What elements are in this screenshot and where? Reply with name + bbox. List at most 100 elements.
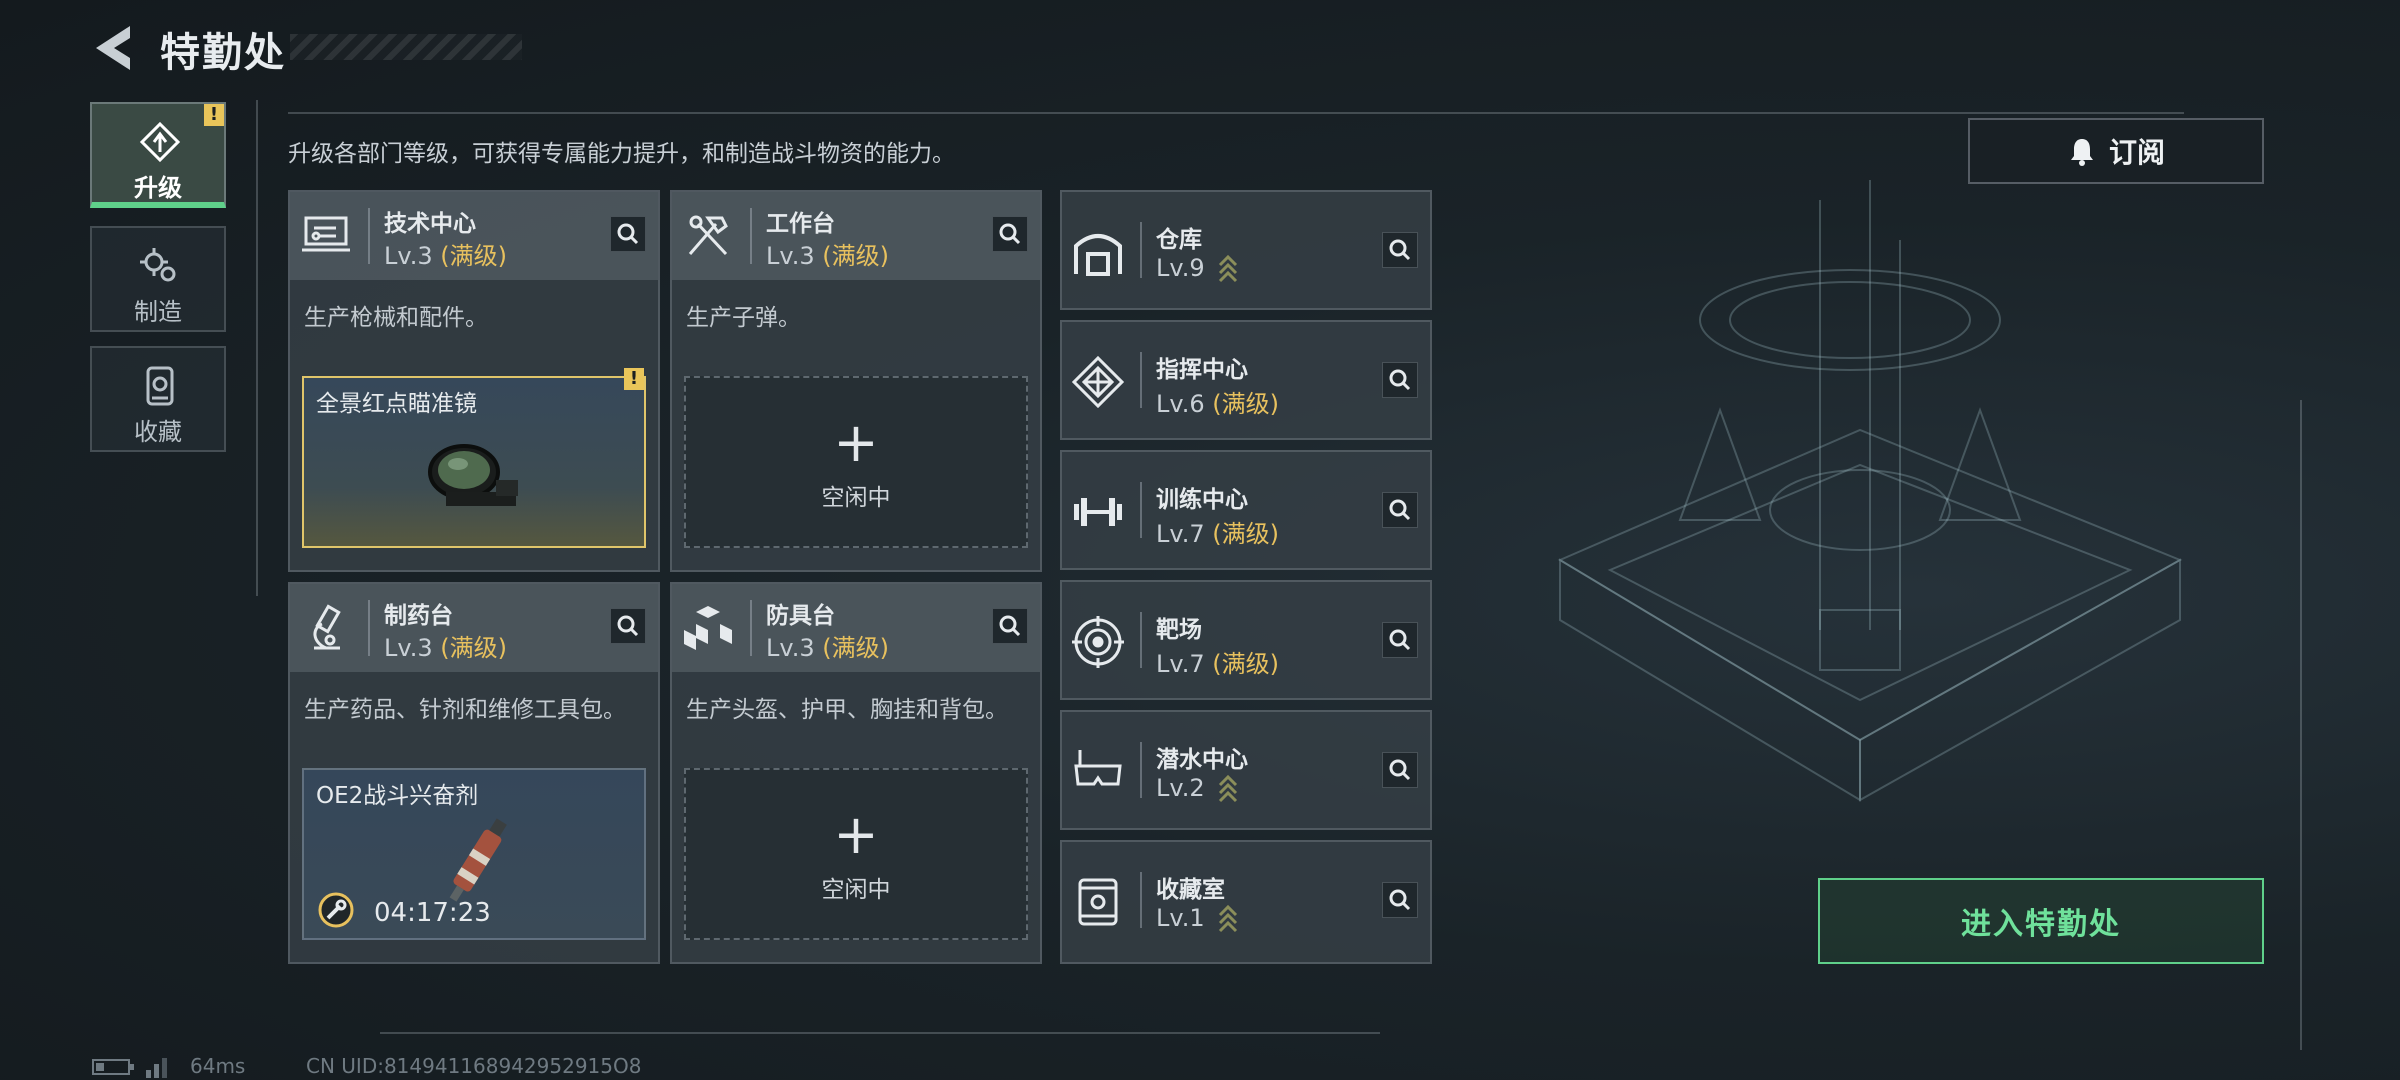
card-level: Lv.7 (满级) bbox=[1156, 650, 1279, 678]
magnifier-icon bbox=[617, 615, 639, 637]
search-button[interactable] bbox=[1382, 232, 1418, 268]
card-separator bbox=[368, 600, 370, 656]
card-level: Lv.3 (满级) bbox=[384, 634, 507, 662]
user-uid: CN UID:814941168942952915O8 bbox=[306, 1054, 642, 1078]
page-title: 特勤处 bbox=[160, 30, 286, 76]
production-card-pharmacy[interactable]: 制药台 Lv.3 (满级) 生产药品、针剂和维修工具包。 OE2战斗兴奋剂 04… bbox=[288, 582, 660, 964]
card-name: 工作台 bbox=[766, 211, 835, 237]
upgradable-chevrons-icon bbox=[1219, 255, 1238, 283]
card-name: 收藏室 bbox=[1156, 877, 1225, 903]
facility-card-shooting-range[interactable]: 靶场 Lv.7 (满级) bbox=[1060, 580, 1432, 700]
warehouse-icon bbox=[1074, 234, 1122, 276]
card-level: Lv.3 (满级) bbox=[766, 242, 889, 270]
magnifier-icon bbox=[1389, 889, 1411, 911]
subscribe-button[interactable]: 订阅 bbox=[1968, 118, 2264, 184]
armor-bench-icon bbox=[684, 606, 732, 650]
upgradable-chevrons-icon bbox=[1219, 905, 1238, 933]
card-name: 靶场 bbox=[1156, 617, 1202, 643]
search-button[interactable] bbox=[1382, 882, 1418, 918]
facility-card-warehouse[interactable]: 仓库 Lv.9 bbox=[1060, 190, 1432, 310]
facility-card-command-center[interactable]: 指挥中心 Lv.6 (满级) bbox=[1060, 320, 1432, 440]
slot-item-name: 全景红点瞄准镜 bbox=[316, 391, 477, 417]
ping-readout: 64ms bbox=[190, 1054, 246, 1078]
bell-icon bbox=[2070, 139, 2093, 166]
production-card-workbench[interactable]: 工作台 Lv.3 (满级) 生产子弹。 + 空闲中 bbox=[670, 190, 1042, 572]
production-slot-empty[interactable]: + 空闲中 bbox=[684, 768, 1028, 940]
diving-mask-icon bbox=[1074, 750, 1122, 786]
warning-badge: ! bbox=[204, 104, 224, 126]
plus-icon: + bbox=[833, 411, 879, 474]
facility-card-diving-center[interactable]: 潜水中心 Lv.2 bbox=[1060, 710, 1432, 830]
card-separator bbox=[1140, 352, 1142, 408]
card-level: Lv.1 bbox=[1156, 904, 1238, 933]
magnifier-icon bbox=[999, 223, 1021, 245]
nav-label-collection: 收藏 bbox=[134, 418, 182, 446]
search-button[interactable] bbox=[1382, 492, 1418, 528]
search-button[interactable] bbox=[610, 608, 646, 644]
stimulant-syringe-image bbox=[449, 818, 507, 902]
slot-item-name: OE2战斗兴奋剂 bbox=[316, 783, 479, 809]
card-level: Lv.2 bbox=[1156, 774, 1238, 803]
card-separator bbox=[1140, 742, 1142, 798]
card-name: 制药台 bbox=[384, 603, 453, 629]
enter-special-ops-button[interactable]: 进入特勤处 bbox=[1818, 878, 2264, 964]
facility-card-collection-room[interactable]: 收藏室 Lv.1 bbox=[1060, 840, 1432, 964]
card-name: 技术中心 bbox=[384, 211, 476, 237]
page-subtitle: 升级各部门等级，可获得专属能力提升，和制造战斗物资的能力。 bbox=[288, 141, 955, 167]
nav-tab-upgrade[interactable]: 升级 ! bbox=[90, 102, 226, 208]
search-button[interactable] bbox=[1382, 622, 1418, 658]
card-separator bbox=[1140, 222, 1142, 278]
gears-icon bbox=[140, 248, 176, 282]
production-slot-item[interactable]: 全景红点瞄准镜 ! bbox=[302, 368, 646, 548]
upgradable-chevrons-icon bbox=[1219, 775, 1238, 803]
search-button[interactable] bbox=[1382, 362, 1418, 398]
production-card-armor-bench[interactable]: 防具台 Lv.3 (满级) 生产头盔、护甲、胸挂和背包。 + 空闲中 bbox=[670, 582, 1042, 964]
frame-line-top bbox=[288, 112, 2184, 114]
search-button[interactable] bbox=[1382, 752, 1418, 788]
signal-icon bbox=[146, 1058, 167, 1078]
nav-tab-craft[interactable]: 制造 bbox=[90, 226, 226, 332]
card-level: Lv.6 (满级) bbox=[1156, 390, 1279, 418]
card-level: Lv.3 (满级) bbox=[766, 634, 889, 662]
title-decoration bbox=[290, 34, 522, 60]
back-arrow-icon[interactable] bbox=[90, 22, 134, 74]
card-name: 潜水中心 bbox=[1156, 747, 1248, 773]
search-button[interactable] bbox=[610, 216, 646, 252]
magnifier-icon bbox=[1389, 369, 1411, 391]
magnifier-icon bbox=[1389, 499, 1411, 521]
card-description: 生产子弹。 bbox=[686, 305, 801, 331]
frame-line-left bbox=[256, 100, 258, 596]
production-timer: 04:17:23 bbox=[374, 898, 491, 928]
card-separator bbox=[750, 208, 752, 264]
card-description: 生产枪械和配件。 bbox=[304, 305, 488, 331]
collection-room-icon bbox=[1078, 878, 1118, 926]
workbench-icon bbox=[688, 215, 728, 256]
production-card-tech-center[interactable]: 技术中心 Lv.3 (满级) 生产枪械和配件。 全景红点瞄准镜 ! bbox=[288, 190, 660, 572]
card-name: 指挥中心 bbox=[1156, 357, 1248, 383]
target-icon bbox=[1072, 616, 1124, 668]
nav-label-craft: 制造 bbox=[134, 298, 182, 326]
collection-icon bbox=[146, 366, 174, 406]
facility-card-training-center[interactable]: 训练中心 Lv.7 (满级) bbox=[1060, 450, 1432, 570]
subscribe-label: 订阅 bbox=[2108, 136, 2165, 169]
card-description: 生产药品、针剂和维修工具包。 bbox=[304, 697, 626, 723]
search-button[interactable] bbox=[992, 216, 1028, 252]
production-slot-empty[interactable]: + 空闲中 bbox=[684, 376, 1028, 548]
battery-icon bbox=[92, 1059, 134, 1075]
plus-icon: + bbox=[833, 803, 879, 866]
nav-tab-collection[interactable]: 收藏 bbox=[90, 346, 226, 452]
red-dot-sight-image bbox=[428, 444, 518, 506]
frame-line-bottom bbox=[380, 1032, 1380, 1034]
search-button[interactable] bbox=[992, 608, 1028, 644]
card-separator bbox=[1140, 612, 1142, 668]
wrench-timer-icon bbox=[318, 892, 354, 928]
magnifier-icon bbox=[1389, 759, 1411, 781]
frame-line-right bbox=[2300, 400, 2302, 1050]
facility-wireframe-illustration bbox=[1557, 180, 2183, 802]
magnifier-icon bbox=[999, 615, 1021, 637]
idle-status: 空闲中 bbox=[821, 485, 891, 511]
production-slot-item[interactable]: OE2战斗兴奋剂 04:17:23 bbox=[302, 768, 646, 940]
card-level: Lv.7 (满级) bbox=[1156, 520, 1279, 548]
card-level: Lv.9 bbox=[1156, 254, 1238, 283]
card-name: 防具台 bbox=[766, 603, 835, 629]
